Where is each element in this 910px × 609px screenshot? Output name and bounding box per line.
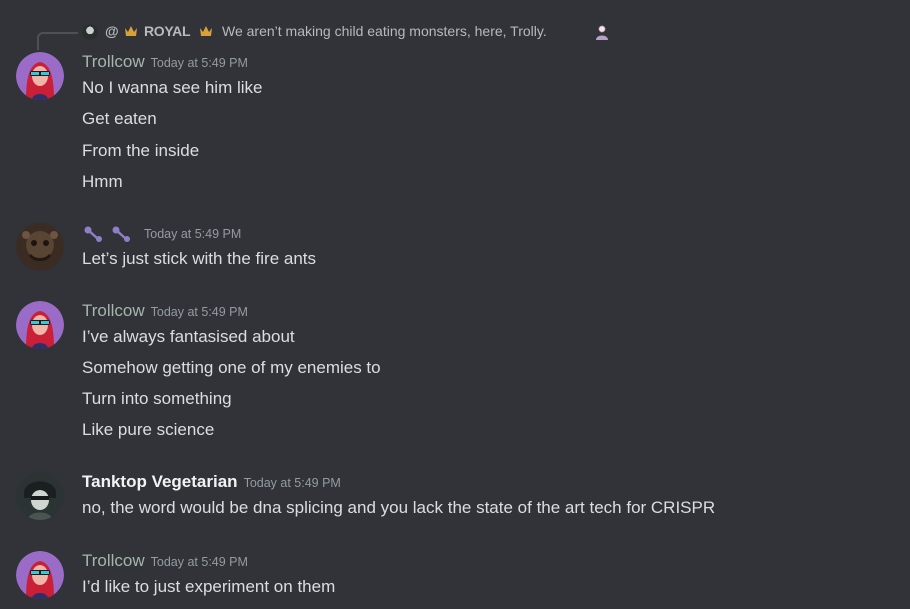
message-text[interactable]: I’ve always fantasised about bbox=[82, 327, 295, 347]
timestamp[interactable]: Today at 5:49 PM bbox=[151, 305, 248, 319]
antenna-icon bbox=[82, 225, 132, 243]
timestamp[interactable]: Today at 5:49 PM bbox=[151, 56, 248, 70]
message-text[interactable]: No I wanna see him like bbox=[82, 78, 262, 98]
avatar[interactable] bbox=[16, 223, 64, 271]
reply-avatar-icon[interactable] bbox=[82, 24, 98, 40]
username[interactable]: Trollcow bbox=[82, 301, 145, 320]
message-header: Trollcow Today at 5:49 PM bbox=[82, 301, 248, 321]
message-text[interactable]: no, the word would be dna splicing and y… bbox=[82, 498, 715, 518]
username[interactable]: Trollcow bbox=[82, 52, 145, 71]
avatar[interactable] bbox=[16, 301, 64, 349]
timestamp[interactable]: Today at 5:49 PM bbox=[151, 555, 248, 569]
avatar[interactable] bbox=[16, 52, 64, 100]
message-header: Today at 5:49 PM bbox=[82, 223, 241, 243]
crown-icon bbox=[199, 25, 213, 37]
crown-icon bbox=[124, 25, 138, 37]
username[interactable]: Tanktop Vegetarian bbox=[82, 472, 238, 491]
message-text[interactable]: Somehow getting one of my enemies to bbox=[82, 358, 381, 378]
message-header: Trollcow Today at 5:49 PM bbox=[82, 52, 248, 72]
avatar[interactable] bbox=[16, 472, 64, 520]
reply-spine bbox=[37, 32, 78, 50]
chat-log: @ ROYAL We aren’t making child eating mo… bbox=[0, 0, 910, 609]
reply-reference[interactable]: @ ROYAL We aren’t making child eating mo… bbox=[0, 22, 910, 50]
timestamp[interactable]: Today at 5:49 PM bbox=[244, 476, 341, 490]
avatar[interactable] bbox=[16, 551, 64, 599]
message-header: Tanktop Vegetarian Today at 5:49 PM bbox=[82, 472, 341, 492]
person-emoji-icon bbox=[594, 24, 610, 40]
message-text[interactable]: Let’s just stick with the fire ants bbox=[82, 249, 316, 269]
message-text[interactable]: Like pure science bbox=[82, 420, 214, 440]
timestamp[interactable]: Today at 5:49 PM bbox=[144, 227, 241, 241]
message-text[interactable]: Turn into something bbox=[82, 389, 232, 409]
message-text[interactable]: I’d like to just experiment on them bbox=[82, 577, 335, 597]
message-text[interactable]: Get eaten bbox=[82, 109, 157, 129]
message-header: Trollcow Today at 5:49 PM bbox=[82, 551, 248, 571]
message-text[interactable]: Hmm bbox=[82, 172, 123, 192]
username[interactable]: Trollcow bbox=[82, 551, 145, 570]
reply-text[interactable]: We aren’t making child eating monsters, … bbox=[222, 23, 547, 39]
reply-username[interactable]: ROYAL bbox=[144, 23, 191, 39]
message-text[interactable]: From the inside bbox=[82, 141, 199, 161]
reply-mention-prefix: @ bbox=[105, 23, 119, 39]
